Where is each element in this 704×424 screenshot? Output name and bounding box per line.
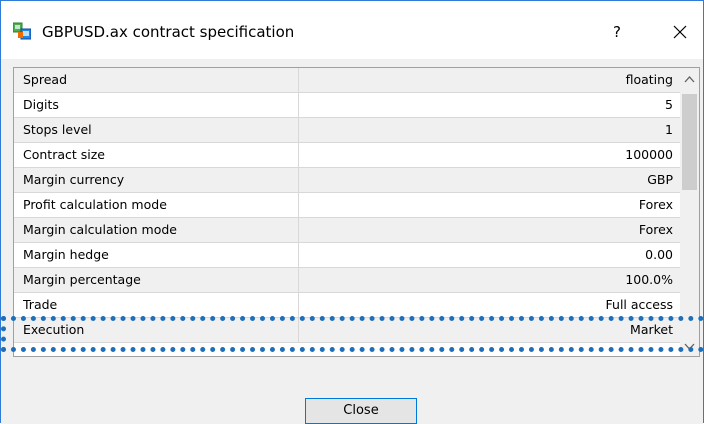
property-name: Profit calculation mode: [14, 193, 299, 217]
property-name: Margin hedge: [14, 243, 299, 267]
table-row[interactable]: Execution Market: [14, 318, 681, 343]
property-value: Forex: [638, 197, 673, 212]
help-button[interactable]: ?: [597, 17, 637, 47]
property-name: Execution: [14, 318, 299, 342]
chevron-down-icon[interactable]: [680, 338, 699, 355]
property-value: Full access: [605, 297, 673, 312]
table-row[interactable]: Trade Full access: [14, 293, 681, 318]
table-row[interactable]: Margin hedge 0.00: [14, 243, 681, 268]
table-row[interactable]: Digits 5: [14, 93, 681, 118]
property-value: Forex: [638, 222, 673, 237]
property-name: Trade: [14, 293, 299, 317]
window-title: GBPUSD.ax contract specification: [42, 23, 295, 41]
chevron-up-icon[interactable]: [680, 71, 699, 88]
table-row[interactable]: Stops level 1: [14, 118, 681, 143]
application-icon: [13, 22, 31, 40]
specification-grid: Spread floating Digits 5 Stops level 1 Contrac…: [14, 68, 681, 343]
property-name: Margin calculation mode: [14, 218, 299, 242]
property-value: 1: [665, 122, 673, 137]
table-row[interactable]: Margin percentage 100.0%: [14, 268, 681, 293]
vertical-scrollbar[interactable]: [680, 68, 699, 356]
property-name: Margin currency: [14, 168, 299, 192]
table-row[interactable]: Spread floating: [14, 68, 681, 93]
table-row[interactable]: Contract size 100000: [14, 143, 681, 168]
title-bar[interactable]: GBPUSD.ax contract specification ?: [1, 1, 703, 59]
property-name: Contract size: [14, 143, 299, 167]
property-name: Margin percentage: [14, 268, 299, 292]
property-value: 5: [665, 97, 673, 112]
specification-table: Spread floating Digits 5 Stops level 1 Contrac…: [13, 67, 700, 357]
property-value: Market: [630, 322, 673, 337]
property-value: 0.00: [645, 247, 673, 262]
close-icon[interactable]: [660, 17, 700, 47]
property-name: Spread: [14, 68, 299, 92]
dialog-client-area: Spread floating Digits 5 Stops level 1 Contrac…: [1, 59, 703, 424]
property-value: GBP: [647, 172, 673, 187]
contract-spec-dialog: GBPUSD.ax contract specification ? Sprea…: [0, 0, 704, 424]
property-value: 100000: [625, 147, 673, 162]
property-name: Stops level: [14, 118, 299, 142]
close-button[interactable]: Close: [305, 398, 417, 424]
property-value: floating: [625, 72, 673, 87]
table-row[interactable]: Profit calculation mode Forex: [14, 193, 681, 218]
property-name: Digits: [14, 93, 299, 117]
table-row[interactable]: Margin calculation mode Forex: [14, 218, 681, 243]
scrollbar-thumb[interactable]: [682, 94, 697, 190]
property-value: 100.0%: [625, 272, 673, 287]
table-row[interactable]: Margin currency GBP: [14, 168, 681, 193]
